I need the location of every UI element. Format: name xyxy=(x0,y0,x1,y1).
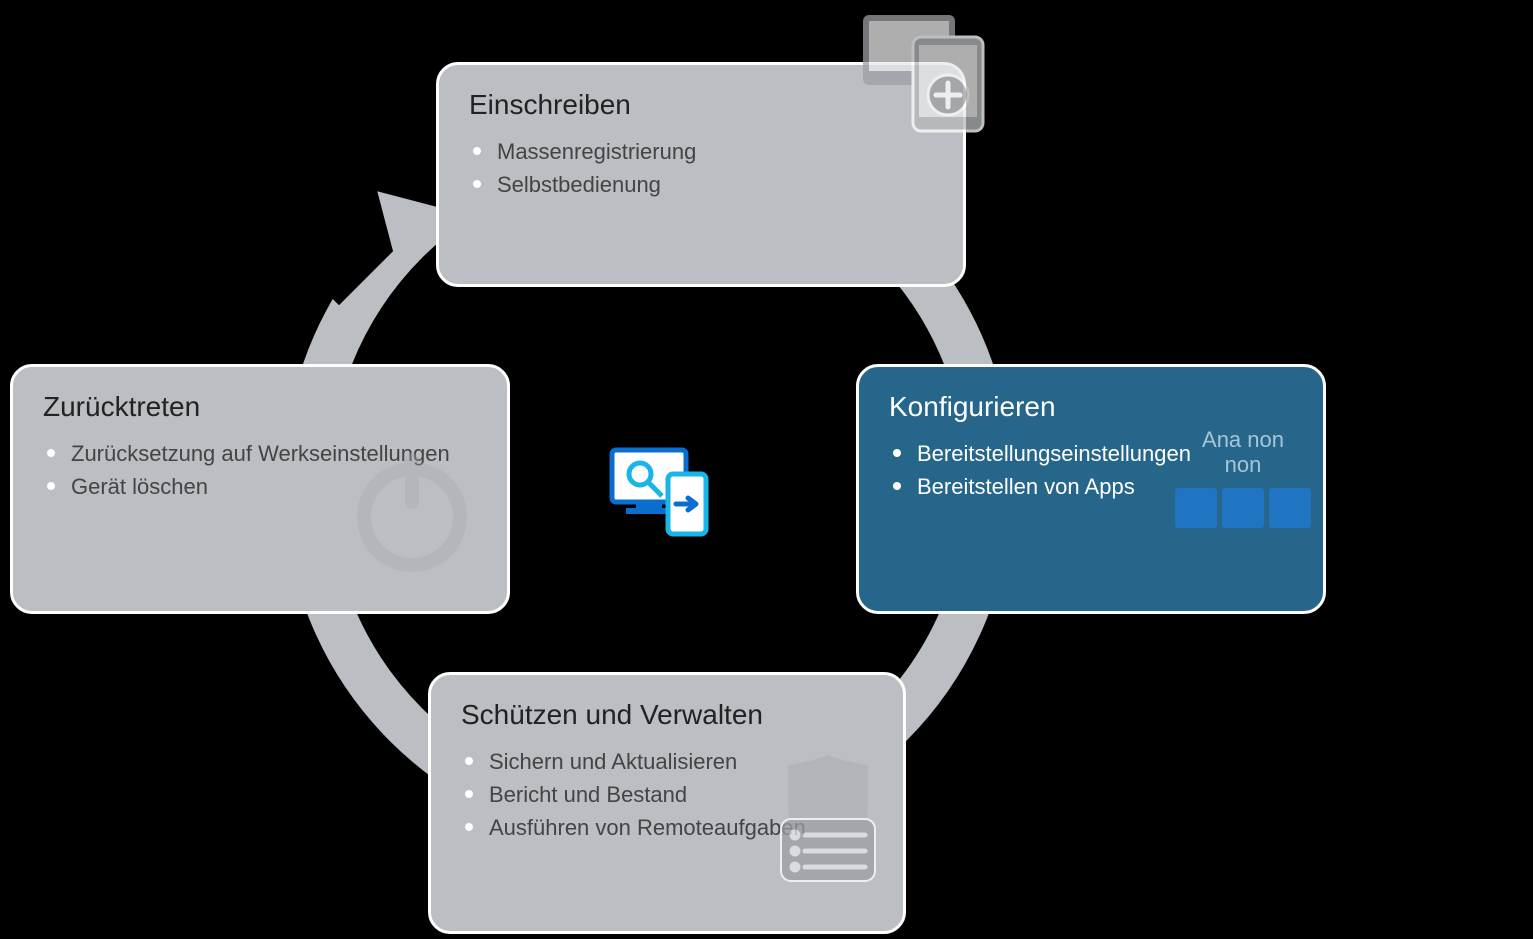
app-tiles-icon: Ana non non xyxy=(1173,427,1313,537)
card-enroll-list: Massenregistrierung Selbstbedienung xyxy=(469,135,933,201)
card-protect: Schützen und Verwalten Sichern und Aktua… xyxy=(428,672,906,934)
card-configure-title: Konfigurieren xyxy=(889,391,1293,423)
lifecycle-diagram: Einschreiben Massenregistrierung Selbstb… xyxy=(0,0,1533,939)
shield-list-icon xyxy=(773,755,883,890)
card-retire: Zurücktreten Zurücksetzung auf Werkseins… xyxy=(10,364,510,614)
badge-text: non xyxy=(1225,452,1262,477)
center-device-management-icon xyxy=(606,444,716,549)
card-enroll: Einschreiben Massenregistrierung Selbstb… xyxy=(436,62,966,287)
badge-text: Ana non xyxy=(1202,427,1284,452)
card-configure: Konfigurieren Bereitstellungseinstellung… xyxy=(856,364,1326,614)
power-icon xyxy=(347,447,477,582)
list-item: Selbstbedienung xyxy=(469,168,933,201)
devices-add-icon xyxy=(863,15,993,140)
card-retire-title: Zurücktreten xyxy=(43,391,477,423)
card-protect-title: Schützen und Verwalten xyxy=(461,699,873,731)
